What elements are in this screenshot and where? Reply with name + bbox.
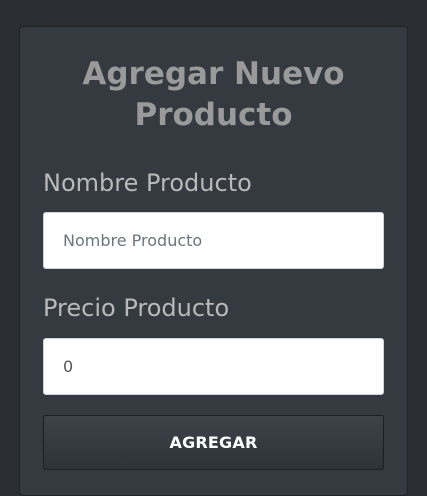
form-title: Agregar Nuevo Producto [82,56,345,133]
product-price-input[interactable] [43,338,384,395]
product-name-input[interactable] [43,212,384,269]
product-price-label: Precio Producto [43,294,230,322]
product-name-label: Nombre Producto [43,169,252,197]
add-product-button[interactable]: AGREGAR [43,415,384,470]
